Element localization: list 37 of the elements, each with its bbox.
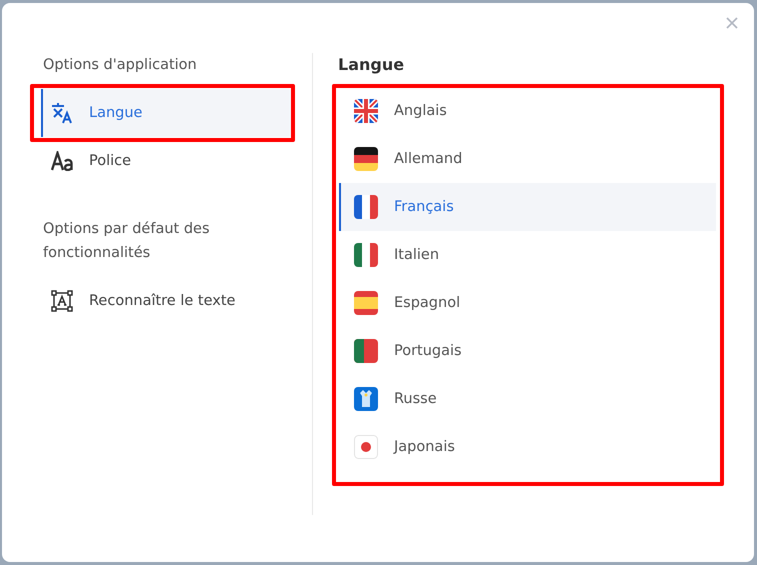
language-label: Allemand — [394, 151, 462, 167]
language-item[interactable]: Espagnol — [339, 279, 716, 327]
sidebar-item[interactable]: Reconnaître le texte — [41, 277, 291, 325]
language-label: Japonais — [394, 439, 455, 455]
language-label: Portugais — [394, 343, 462, 359]
font-icon — [51, 151, 73, 171]
sidebar-item-label: Langue — [89, 105, 142, 121]
language-item[interactable]: Allemand — [339, 135, 716, 183]
flag-icon — [354, 195, 378, 219]
language-item[interactable]: Russe — [339, 375, 716, 423]
jersey-icon — [354, 387, 378, 411]
flag-icon — [354, 147, 378, 171]
language-item[interactable]: Anglais — [339, 87, 716, 135]
language-label: Français — [394, 199, 454, 215]
section-title: Options par défaut des fonctionnalités — [43, 220, 210, 263]
close-icon[interactable] — [724, 15, 740, 31]
flag-icon — [354, 99, 378, 123]
sidebar-item-label: Police — [89, 153, 132, 169]
panel-title: Langue — [338, 54, 406, 76]
flag-icon — [354, 243, 378, 267]
flag-icon — [354, 291, 378, 315]
sidebar-item[interactable]: Langue — [41, 89, 291, 137]
language-item[interactable]: Français — [339, 183, 716, 231]
section-title: Options d'application — [43, 56, 198, 75]
translate-icon — [51, 102, 73, 124]
language-label: Espagnol — [394, 295, 460, 311]
language-label: Italien — [394, 247, 440, 263]
flag-icon — [354, 339, 378, 363]
sidebar-item-label: Reconnaître le texte — [89, 293, 236, 309]
text-recognition-icon — [51, 290, 73, 312]
language-label: Anglais — [394, 103, 447, 119]
language-item[interactable]: Portugais — [339, 327, 716, 375]
flag-icon — [354, 435, 378, 459]
language-item[interactable]: Japonais — [339, 423, 716, 471]
sidebar-item[interactable]: Police — [41, 137, 291, 185]
language-label: Russe — [394, 391, 437, 407]
language-item[interactable]: Italien — [339, 231, 716, 279]
